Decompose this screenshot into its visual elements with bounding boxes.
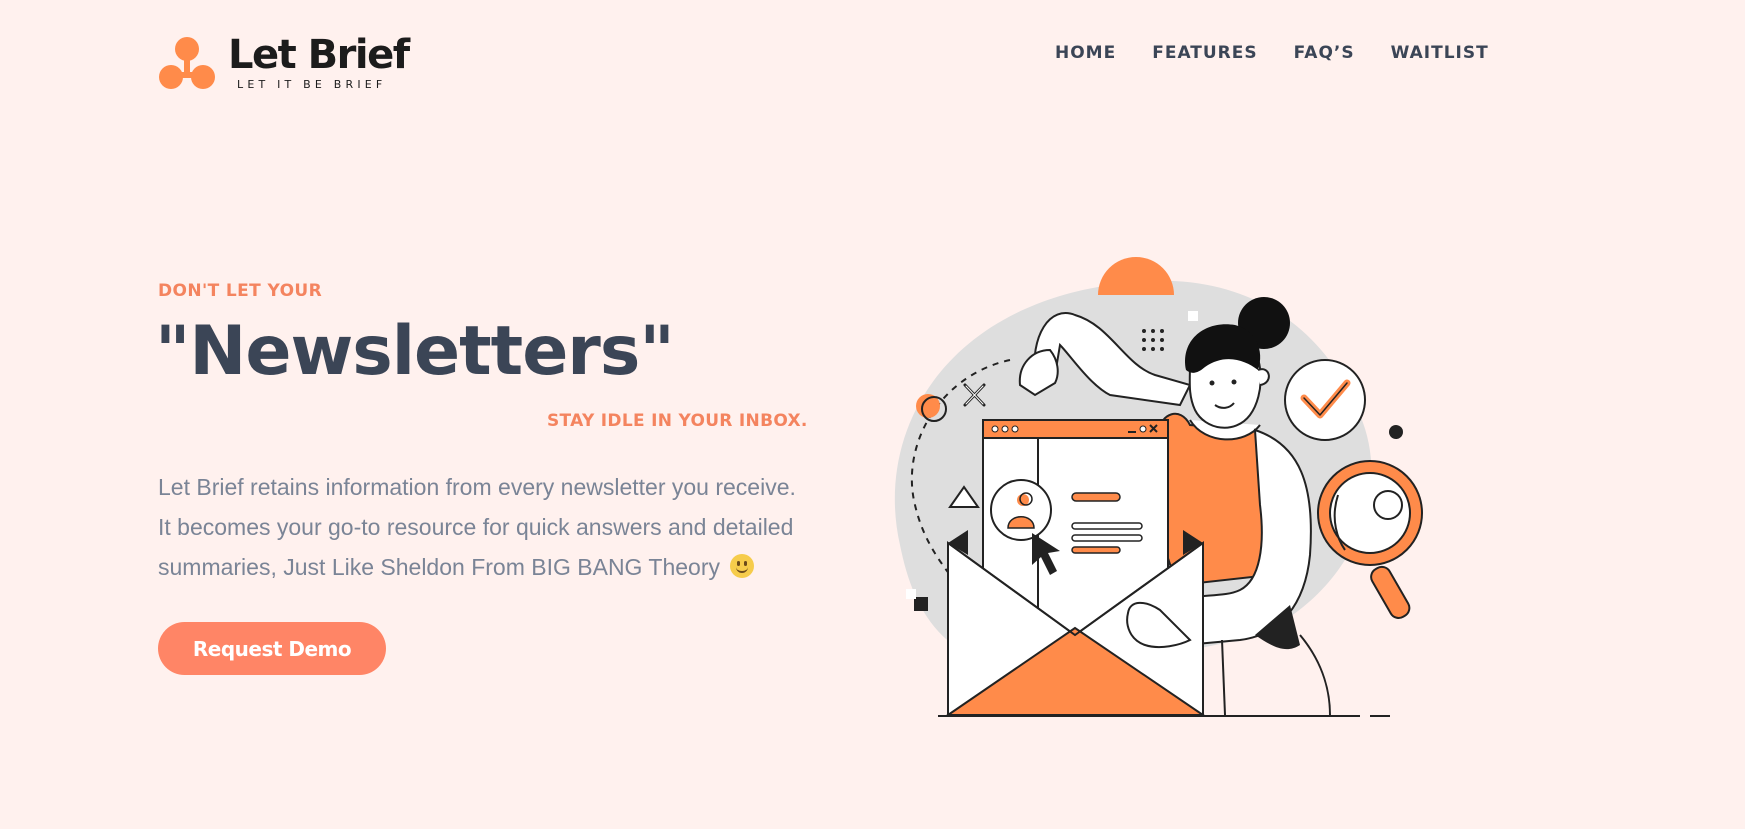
brand-logo[interactable]: Let Brief LET IT BE BRIEF (158, 32, 418, 94)
checkmark-icon (1284, 359, 1366, 441)
logo-trefoil-icon (159, 37, 215, 89)
brand-name: Let Brief (228, 32, 410, 78)
main-nav: HOME FEATURES FAQ’S WAITLIST (1055, 43, 1489, 63)
description-line-3: summaries, Just Like Sheldon From BIG BA… (158, 547, 838, 587)
nav-waitlist[interactable]: WAITLIST (1391, 43, 1489, 63)
hero-subline: STAY IDLE IN YOUR INBOX. (547, 411, 808, 431)
hero-description: Let Brief retains information from every… (158, 467, 838, 587)
description-line-2: It becomes your go-to resource for quick… (158, 514, 794, 540)
magnifier-icon (1317, 460, 1423, 619)
hero-illustration (894, 257, 1423, 717)
nav-home[interactable]: HOME (1055, 43, 1116, 63)
hero-headline: "Newsletters" (155, 312, 675, 391)
orange-half-circle (1098, 257, 1174, 295)
dot-grid-icon (1142, 329, 1164, 351)
description-line-3-text: summaries, Just Like Sheldon From BIG BA… (158, 554, 720, 580)
square-dot-icon (914, 597, 928, 611)
brand-tagline: LET IT BE BRIEF (237, 78, 387, 91)
smiley-icon (730, 554, 755, 578)
description-line-1: Let Brief retains information from every… (158, 474, 796, 500)
request-demo-button[interactable]: Request Demo (158, 622, 386, 675)
nav-faqs[interactable]: FAQ’S (1294, 43, 1355, 63)
nav-features[interactable]: FEATURES (1152, 43, 1257, 63)
hero-eyebrow: DON'T LET YOUR (158, 281, 323, 301)
